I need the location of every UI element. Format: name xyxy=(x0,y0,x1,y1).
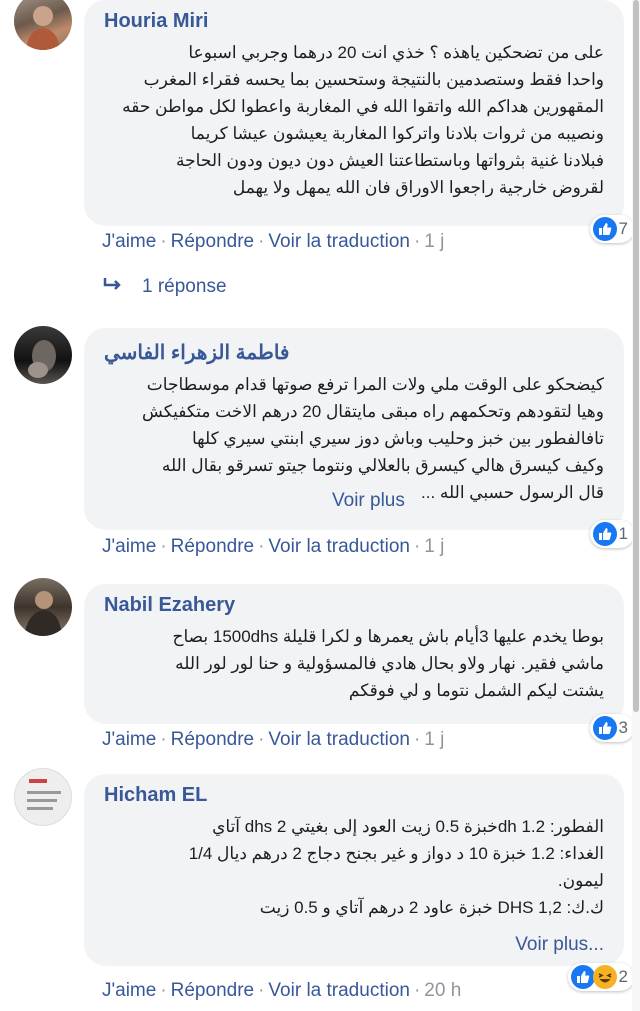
see-translation-link[interactable]: Voir la traduction xyxy=(268,980,410,1001)
see-translation-link[interactable]: Voir la traduction xyxy=(268,729,410,750)
laughing-face-icon xyxy=(592,965,617,989)
reply-link[interactable]: Répondre xyxy=(171,231,254,252)
separator-dot: · xyxy=(160,980,167,1001)
see-more-link[interactable]: Voir plus... xyxy=(515,934,604,956)
avatar[interactable] xyxy=(14,578,72,636)
reaction-count: 3 xyxy=(618,718,628,737)
view-replies-link[interactable]: 1 réponse xyxy=(102,276,227,298)
comment-timestamp[interactable]: 20 h xyxy=(424,980,461,1001)
separator-dot: · xyxy=(413,231,421,252)
comment-bubble: Nabil Ezahery بوطا يخدم عليها 3أيام باش … xyxy=(84,584,624,724)
like-link[interactable]: J'aime xyxy=(102,729,156,750)
see-more-link[interactable]: Voir plus xyxy=(332,490,405,512)
see-translation-link[interactable]: Voir la traduction xyxy=(268,231,410,252)
comment-bubble: Hicham EL الفطور: 1.2 dhخبزة 0.5 زيت الع… xyxy=(84,774,624,966)
thumbs-up-icon xyxy=(592,716,617,740)
thumbs-up-icon xyxy=(592,522,617,546)
reply-link[interactable]: Répondre xyxy=(171,536,254,557)
comment-actions: J'aime · Répondre · Voir la traduction · 20 h xyxy=(102,980,461,1002)
reaction-count-badge[interactable]: 2 xyxy=(567,963,634,991)
like-link[interactable]: J'aime xyxy=(102,980,156,1001)
reaction-count: 1 xyxy=(618,524,628,543)
avatar[interactable] xyxy=(14,326,72,384)
avatar[interactable] xyxy=(14,768,72,826)
reaction-count-badge[interactable]: 1 xyxy=(589,520,634,548)
reaction-count: 2 xyxy=(618,967,628,986)
thumbs-up-icon xyxy=(570,965,595,989)
separator-dot: · xyxy=(258,980,265,1001)
separator-dot: · xyxy=(160,729,167,750)
comment-author[interactable]: Nabil Ezahery xyxy=(104,594,604,617)
reaction-count-badge[interactable]: 3 xyxy=(589,714,634,742)
comment-actions: J'aime · Répondre · Voir la traduction · 1 j xyxy=(102,536,444,558)
comment-actions: J'aime · Répondre · Voir la traduction · 1 j xyxy=(102,231,444,253)
comment-timestamp[interactable]: 1 j xyxy=(424,729,444,750)
reaction-count-badge[interactable]: 7 xyxy=(589,215,634,243)
comment-author[interactable]: Houria Miri xyxy=(104,10,604,33)
scrollbar[interactable] xyxy=(632,0,640,1011)
comment-author[interactable]: Hicham EL xyxy=(104,784,604,807)
reply-link[interactable]: Répondre xyxy=(171,980,254,1001)
separator-dot: · xyxy=(413,536,421,557)
separator-dot: · xyxy=(160,536,167,557)
separator-dot: · xyxy=(160,231,167,252)
comment-body: كيضحكو على الوقت ملي ولات المرا ترفع صوت… xyxy=(142,375,604,502)
comment-bubble: فاطمة الزهراء الفاسي كيضحكو على الوقت مل… xyxy=(84,328,624,530)
scrollbar-thumb[interactable] xyxy=(633,0,639,712)
reaction-count: 7 xyxy=(618,219,628,238)
see-translation-link[interactable]: Voir la traduction xyxy=(268,536,410,557)
reply-arrow-icon xyxy=(102,276,124,298)
like-link[interactable]: J'aime xyxy=(102,536,156,557)
comment-timestamp[interactable]: 1 j xyxy=(424,536,444,557)
replies-count-label: 1 réponse xyxy=(142,276,227,297)
comment-text: على من تضحكين ياهذه ؟ خذي انت 20 درهما و… xyxy=(122,43,604,197)
avatar[interactable] xyxy=(14,0,72,50)
separator-dot: · xyxy=(258,729,265,750)
thumbs-up-icon xyxy=(592,217,617,241)
separator-dot: · xyxy=(258,231,265,252)
comment-actions: J'aime · Répondre · Voir la traduction · 1 j xyxy=(102,729,444,751)
comment-text: كيضحكو على الوقت ملي ولات المرا ترفع صوت… xyxy=(104,371,604,506)
separator-dot: · xyxy=(258,536,265,557)
separator-dot: · xyxy=(413,729,421,750)
comment-timestamp[interactable]: 1 j xyxy=(424,231,444,252)
separator-dot: · xyxy=(413,980,421,1001)
comment-author[interactable]: فاطمة الزهراء الفاسي xyxy=(104,340,604,365)
comment-text: الفطور: 1.2 dhخبزة 0.5 زيت العود إلى بغي… xyxy=(188,817,604,917)
comment-text: بوطا يخدم عليها 3أيام باش يعمرها و لكرا … xyxy=(172,627,605,700)
reply-link[interactable]: Répondre xyxy=(171,729,254,750)
comment-bubble: Houria Miri على من تضحكين ياهذه ؟ خذي ان… xyxy=(84,0,624,226)
like-link[interactable]: J'aime xyxy=(102,231,156,252)
